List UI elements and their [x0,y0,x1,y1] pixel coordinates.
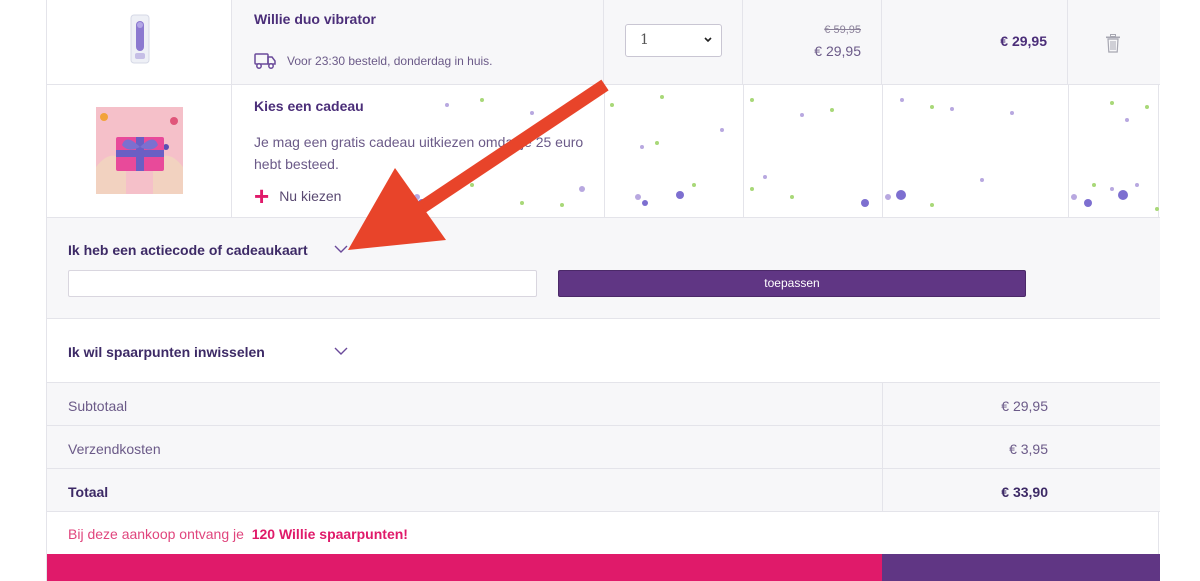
choose-gift-label: Nu kiezen [279,188,342,204]
gift-title: Kies een cadeau [254,98,364,114]
price-cell: € 59,95 € 29,95 [743,0,882,84]
points-earned-note: Bij deze aankoop ontvang je 120 Willie s… [68,526,408,542]
column-divider [604,85,605,217]
total-row: Totaal € 33,90 [47,469,1160,512]
shipping-cell: € 3,95 [882,426,1160,468]
redeem-points-title: Ik wil spaarpunten inwisselen [68,344,265,360]
apply-promo-button[interactable]: toepassen [558,270,1026,297]
promo-code-toggle[interactable]: Ik heb een actiecode of cadeaukaart [68,242,348,258]
gift-row: Kies een cadeau Je mag een gratis cadeau… [47,85,1160,218]
chevron-down-icon [703,25,713,69]
chevron-down-icon [334,347,348,355]
shipping-row: Verzendkosten € 3,95 [47,426,1160,469]
total-label: Totaal [68,484,109,500]
product-image[interactable] [129,13,151,65]
subtotal-cell: € 29,95 [882,383,1160,425]
product-image-cell [47,0,232,84]
cart-item-row: Willie duo vibrator Voor 23:30 besteld, … [47,0,1160,85]
plus-icon: + [254,181,270,211]
gift-description: Je mag een gratis cadeau uitkiezen omdat… [254,134,584,172]
product-info-cell: Willie duo vibrator Voor 23:30 besteld, … [232,0,604,84]
product-name[interactable]: Willie duo vibrator [254,11,376,27]
line-total-cell: € 29,95 [882,0,1068,84]
shipping-label: Verzendkosten [68,441,161,457]
gift-body: Kies een cadeau Je mag een gratis cadeau… [232,85,1160,217]
total-cell: € 33,90 [882,469,1160,511]
column-divider [743,85,744,217]
redeem-points-section[interactable]: Ik wil spaarpunten inwisselen [47,319,1160,383]
delivery-info: Voor 23:30 besteld, donderdag in huis. [254,52,493,70]
gift-image-cell [47,85,232,217]
subtotal-value: € 29,95 [1001,398,1048,414]
unit-price: € 29,95 [814,43,861,59]
quantity-cell: 1 [604,0,743,84]
choose-gift-button[interactable]: + Nu kiezen [254,181,342,211]
cart-table: Willie duo vibrator Voor 23:30 besteld, … [46,0,1160,581]
promo-code-title: Ik heb een actiecode of cadeaukaart [68,242,308,258]
checkout-button[interactable] [882,554,1160,581]
continue-shopping-button[interactable] [47,554,882,581]
trash-icon[interactable] [1105,34,1121,53]
old-price: € 59,95 [824,24,861,36]
line-total: € 29,95 [1000,33,1047,49]
delivery-truck-icon [254,53,276,69]
gift-image[interactable] [96,107,183,194]
promo-code-section: Ik heb een actiecode of cadeaukaart toep… [47,218,1160,319]
quantity-value: 1 [640,32,649,48]
quantity-select[interactable]: 1 [625,24,722,57]
subtotal-label: Subtotaal [68,398,128,414]
column-divider [882,85,883,217]
points-earned-prefix: Bij deze aankoop ontvang je [68,526,244,542]
delete-cell [1068,0,1160,84]
column-divider [1068,85,1069,217]
subtotal-row: Subtotaal € 29,95 [47,383,1160,426]
points-earned-amount: 120 Willie spaarpunten! [251,526,408,542]
shipping-value: € 3,95 [1009,441,1048,457]
chevron-down-icon [334,245,348,253]
delivery-text: Voor 23:30 besteld, donderdag in huis. [287,54,493,68]
total-value: € 33,90 [1001,484,1048,500]
promo-code-input[interactable] [68,270,537,297]
